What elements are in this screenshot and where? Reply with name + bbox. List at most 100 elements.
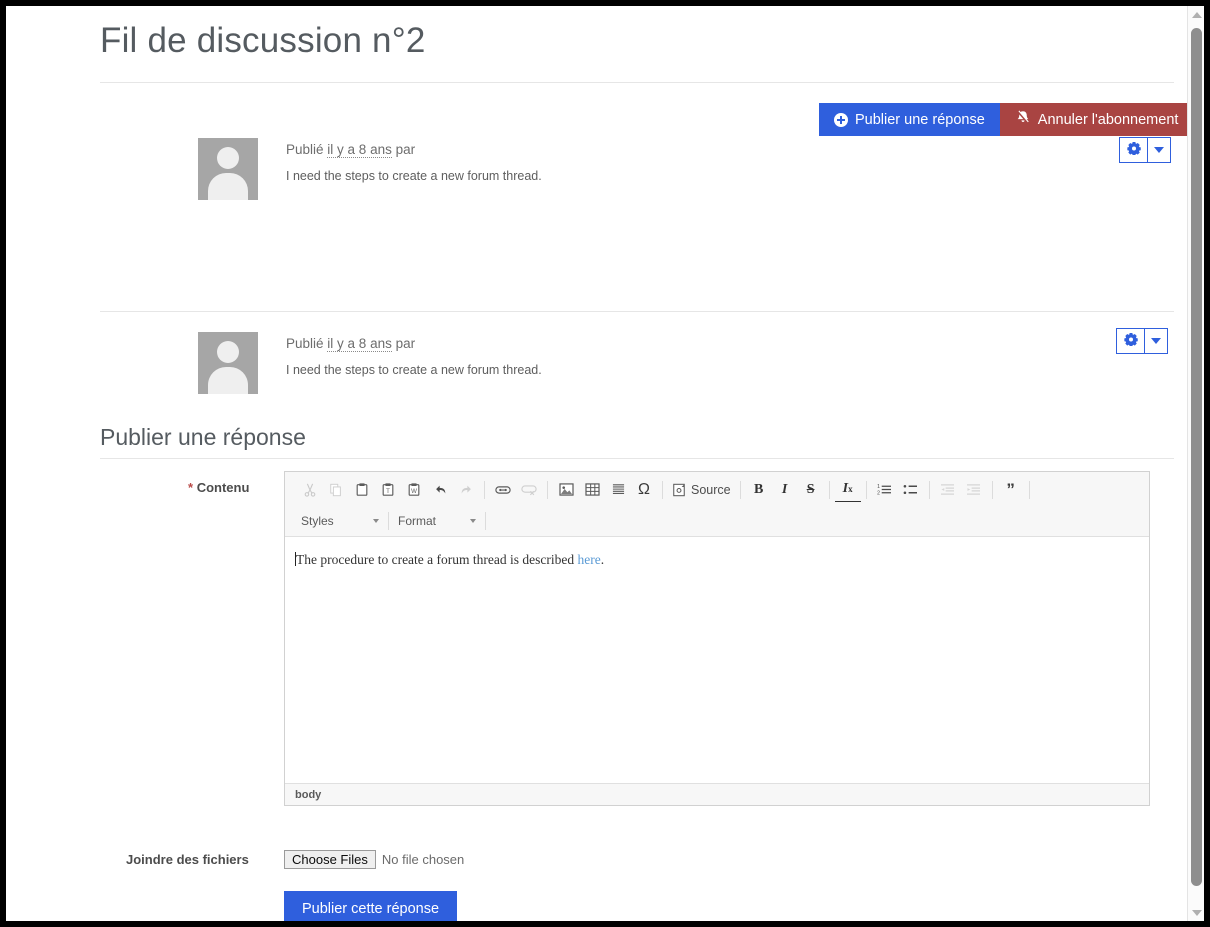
editor-toolbar: T W Ω Source B I S I x 1 2 ” Styles Form… [285, 472, 1149, 537]
file-status-text: No file chosen [381, 852, 465, 867]
numbered-list-icon[interactable]: 12 [872, 478, 898, 502]
required-marker: * [188, 480, 194, 495]
post-settings-dropdown-1[interactable] [1147, 137, 1171, 163]
avatar-body [208, 173, 248, 200]
toolbar-separator [991, 480, 993, 499]
bulleted-list-icon[interactable] [898, 478, 924, 502]
bold-icon[interactable]: B [746, 478, 772, 502]
editor-toolbar-row-1: T W Ω Source B I S I x 1 2 ” [289, 474, 1145, 505]
unsubscribe-button[interactable]: Annuler l'abonnement [999, 103, 1194, 136]
cut-icon[interactable] [297, 478, 323, 502]
reply-section-title: Publier une réponse [100, 424, 306, 450]
post-settings-group-1 [1119, 137, 1171, 163]
toolbar-separator [547, 480, 548, 499]
post-body: I need the steps to create a new forum t… [286, 169, 542, 183]
copy-icon[interactable] [323, 478, 349, 502]
title-divider [100, 82, 1174, 83]
gear-icon [1123, 332, 1138, 351]
paste-as-text-icon[interactable]: T [375, 478, 401, 502]
post-reply-button[interactable]: Publier une réponse [819, 103, 1000, 136]
link-icon[interactable] [490, 478, 516, 502]
paste-from-word-icon[interactable]: W [401, 478, 427, 502]
post-timestamp[interactable]: il y a 8 ans [327, 336, 392, 352]
table-icon[interactable] [579, 478, 605, 502]
increase-indent-icon[interactable] [961, 478, 987, 502]
undo-icon[interactable] [427, 478, 453, 502]
post-meta-prefix: Publié [286, 142, 324, 157]
toolbar-separator [1028, 480, 1030, 499]
editor-toolbar-row-2: Styles Format [289, 505, 1145, 536]
unsubscribe-button-label: Annuler l'abonnement [1037, 111, 1179, 128]
toolbar-separator [484, 480, 485, 499]
elements-path-item[interactable]: body [295, 789, 321, 801]
chevron-down-icon [1151, 338, 1161, 344]
paste-icon[interactable] [349, 478, 375, 502]
scrollbar-thumb[interactable] [1191, 28, 1202, 886]
post-divider [100, 311, 1174, 312]
post-meta-prefix: Publié [286, 336, 324, 351]
content-field-label: * Contenu [188, 480, 249, 495]
page-title: Fil de discussion n°2 [100, 21, 426, 60]
italic-icon[interactable]: I [772, 478, 798, 502]
avatar-head [217, 341, 239, 363]
toolbar-separator [485, 511, 486, 530]
format-dropdown-label: Format [398, 513, 437, 528]
forum-thread-page: Fil de discussion n°2 Publier une répons… [6, 6, 1194, 921]
avatar [198, 332, 258, 394]
styles-dropdown[interactable]: Styles [297, 510, 383, 532]
chevron-down-icon [1154, 147, 1164, 153]
blockquote-icon[interactable]: ” [998, 478, 1024, 502]
post-meta-suffix: par [395, 336, 416, 351]
attach-files-label: Joindre des fichiers [126, 852, 249, 867]
avatar [198, 138, 258, 200]
avatar-head [217, 147, 239, 169]
post-meta: Publié il y a 8 ans par [286, 336, 416, 352]
svg-text:2: 2 [877, 491, 880, 496]
source-button-label: Source [691, 482, 731, 497]
editor-content-tail: . [600, 552, 605, 567]
post-settings-button-2[interactable] [1116, 328, 1144, 354]
strikethrough-icon[interactable]: S [798, 478, 824, 502]
gear-icon [1126, 141, 1141, 160]
format-dropdown[interactable]: Format [394, 510, 480, 532]
post-settings-button-1[interactable] [1119, 137, 1147, 163]
svg-text:T: T [386, 488, 390, 495]
image-icon[interactable] [553, 478, 579, 502]
redo-icon[interactable] [453, 478, 479, 502]
post-body: I need the steps to create a new forum t… [286, 363, 542, 377]
avatar-body [208, 367, 248, 394]
plus-circle-icon [834, 112, 848, 127]
post-reply-button-label: Publier une réponse [855, 111, 985, 128]
chevron-down-icon [1191, 909, 1202, 916]
toolbar-separator [865, 480, 867, 499]
toolbar-separator [739, 480, 741, 499]
unlink-icon[interactable] [516, 478, 542, 502]
chevron-down-icon [470, 518, 476, 523]
decrease-indent-icon[interactable] [935, 478, 961, 502]
editor-content-link[interactable]: here [578, 552, 601, 567]
scroll-up-button[interactable] [1188, 6, 1204, 23]
reply-section-divider [100, 458, 1174, 459]
toolbar-separator [928, 480, 930, 499]
toolbar-separator [662, 480, 663, 499]
choose-files-button[interactable]: Choose Files [284, 850, 376, 869]
horizontal-rule-icon[interactable] [605, 478, 631, 502]
editor-elements-path: body [285, 783, 1149, 805]
special-character-icon[interactable]: Ω [631, 478, 657, 502]
page-scrollbar[interactable] [1187, 6, 1204, 921]
toolbar-separator [388, 511, 389, 530]
scroll-down-button[interactable] [1188, 904, 1204, 921]
post-timestamp[interactable]: il y a 8 ans [327, 142, 392, 158]
remove-format-icon[interactable]: Ix [834, 478, 861, 502]
chevron-down-icon [373, 518, 379, 523]
submit-reply-button[interactable]: Publier cette réponse [284, 891, 458, 921]
post-settings-dropdown-2[interactable] [1144, 328, 1168, 354]
styles-dropdown-label: Styles [301, 513, 334, 528]
source-button[interactable]: Source [668, 478, 735, 502]
svg-text:W: W [411, 488, 417, 495]
svg-text:1: 1 [877, 484, 880, 490]
editor-content-area[interactable]: The procedure to create a forum thread i… [285, 540, 1149, 783]
content-label-text: Contenu [196, 480, 250, 495]
bell-off-icon [1015, 110, 1031, 129]
thread-action-bar: Publier une réponse Annuler l'abonnement [819, 103, 1194, 136]
